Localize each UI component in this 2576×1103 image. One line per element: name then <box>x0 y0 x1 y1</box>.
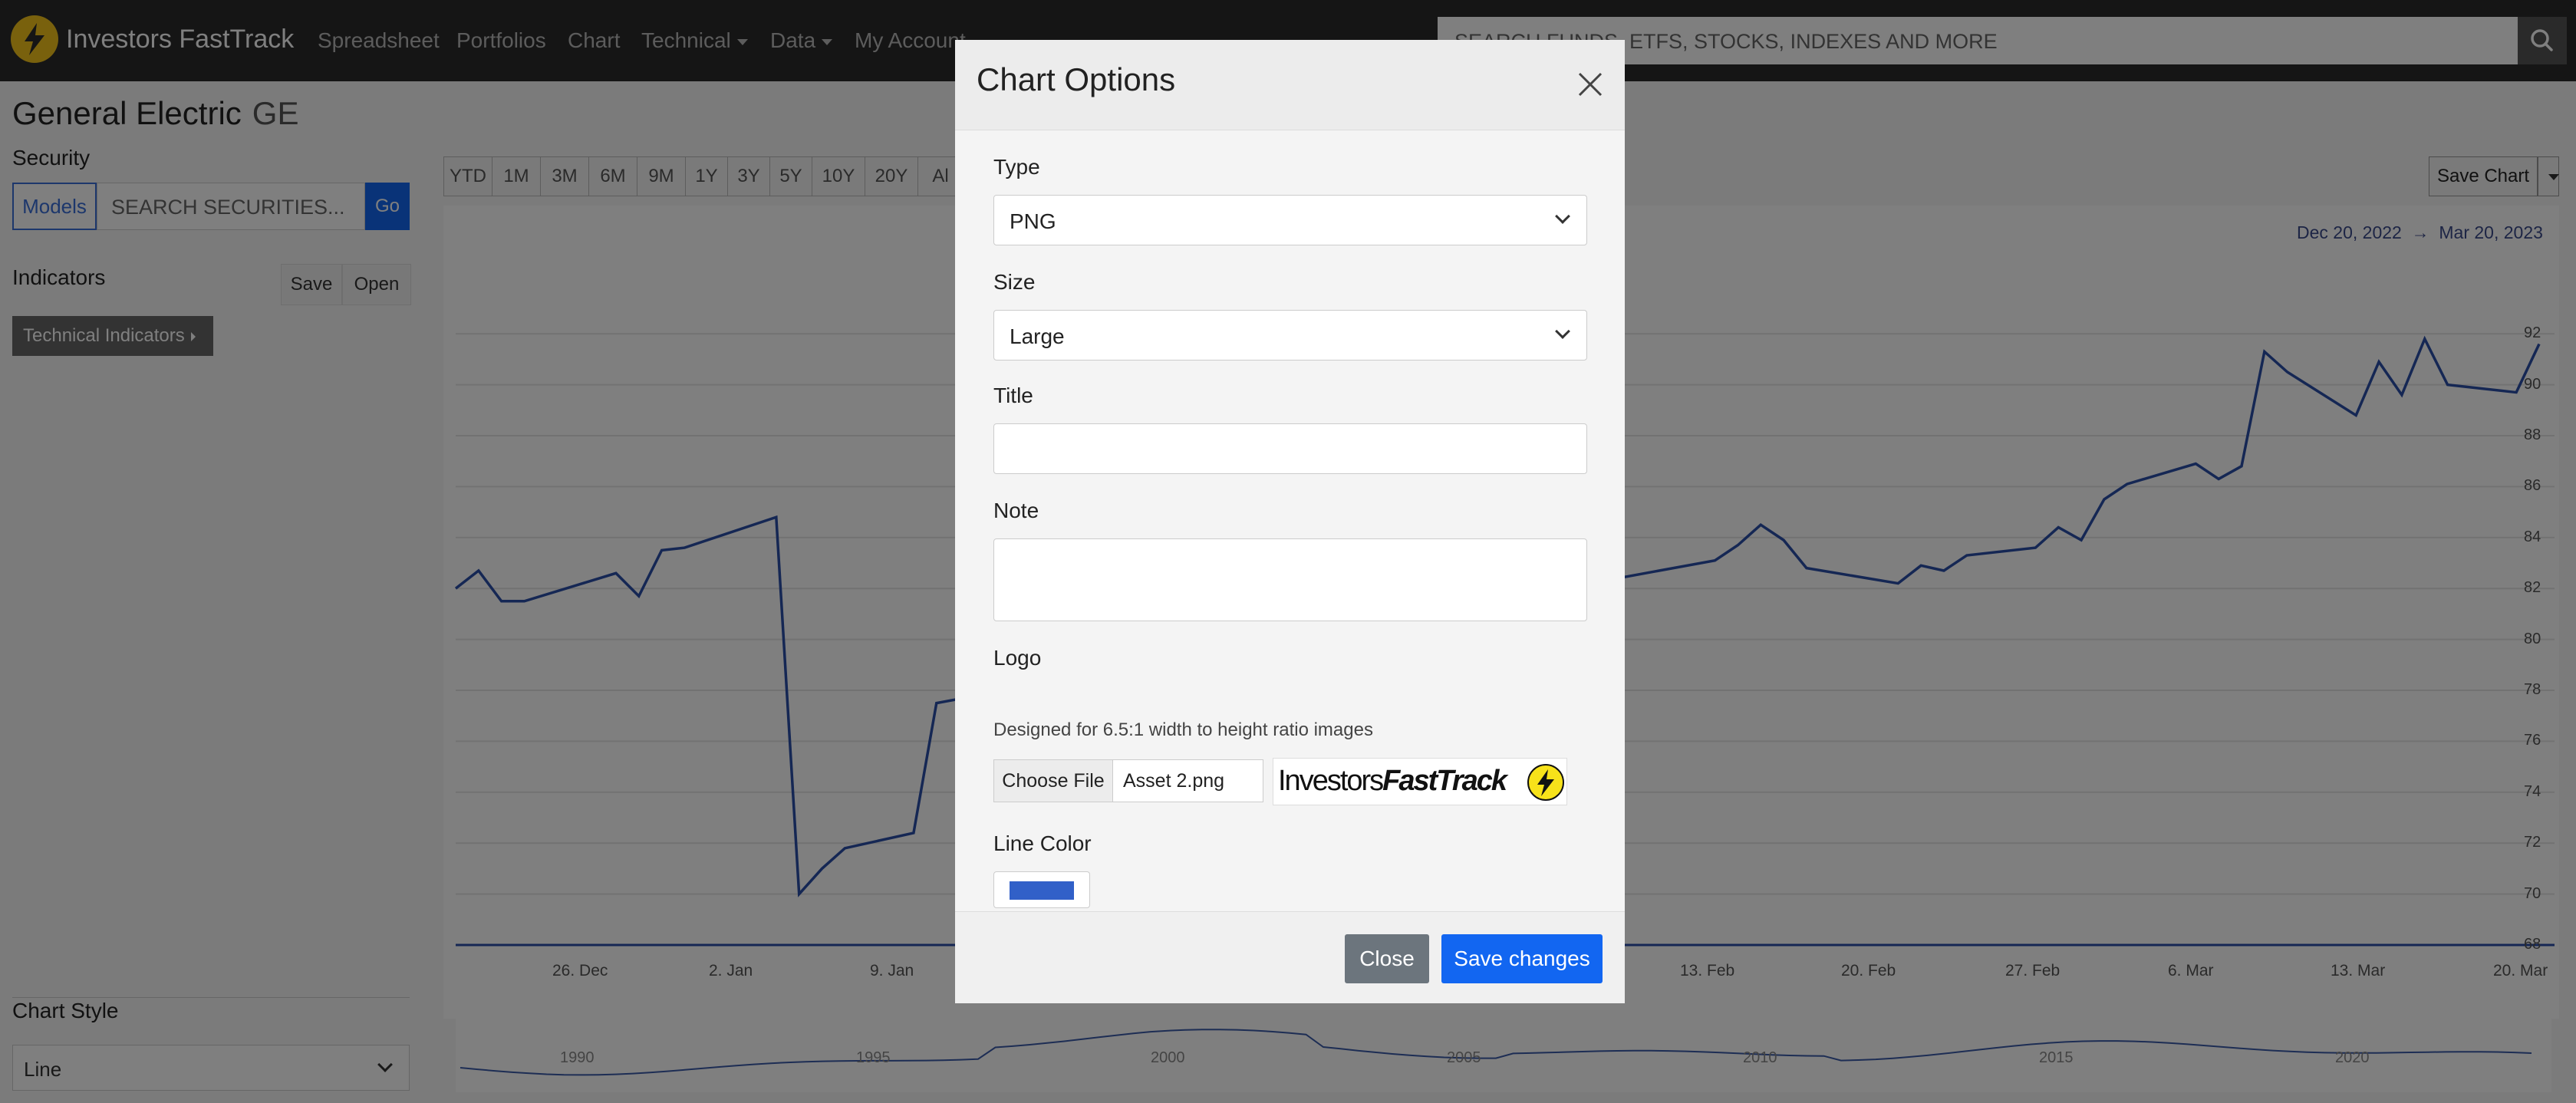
file-name: Asset 2.png <box>1123 770 1225 792</box>
title-label: Title <box>993 384 1033 407</box>
logo-preview: InvestorsFastTrack <box>1273 758 1567 805</box>
note-textarea[interactable] <box>993 538 1587 621</box>
logo-text-regular: Investors <box>1278 765 1384 797</box>
chevron-down-icon <box>1555 324 1570 339</box>
close-button[interactable]: Close <box>1345 934 1429 983</box>
size-label: Size <box>993 270 1036 294</box>
logo-preview-text: InvestorsFastTrack <box>1278 765 1507 798</box>
size-select[interactable]: Large <box>993 310 1587 361</box>
line-color-label: Line Color <box>993 831 1092 855</box>
chevron-down-icon <box>1555 209 1570 224</box>
close-icon[interactable] <box>1575 69 1606 100</box>
type-label: Type <box>993 155 1040 179</box>
logo-file-input[interactable]: Choose File Asset 2.png <box>993 759 1263 802</box>
logo-text-bold: FastTrack <box>1382 765 1507 797</box>
save-changes-button[interactable]: Save changes <box>1441 934 1603 983</box>
note-label: Note <box>993 499 1039 522</box>
modal-title: Chart Options <box>977 61 1176 97</box>
logo-label: Logo <box>993 646 1042 670</box>
choose-file-button[interactable]: Choose File <box>994 760 1113 802</box>
modal-header: Chart Options <box>955 40 1625 130</box>
modal-footer: Close Save changes <box>955 911 1625 1003</box>
lightning-logo-icon <box>1527 764 1564 801</box>
chart-options-modal: Chart Options Type PNG Size Large Title … <box>955 40 1625 1003</box>
line-color-picker[interactable] <box>993 871 1090 908</box>
title-input[interactable] <box>993 423 1587 474</box>
type-select[interactable]: PNG <box>993 195 1587 245</box>
logo-hint: Designed for 6.5:1 width to height ratio… <box>993 719 1373 740</box>
line-color-swatch <box>1010 881 1074 900</box>
type-value: PNG <box>1010 209 1056 233</box>
size-value: Large <box>1010 324 1065 348</box>
